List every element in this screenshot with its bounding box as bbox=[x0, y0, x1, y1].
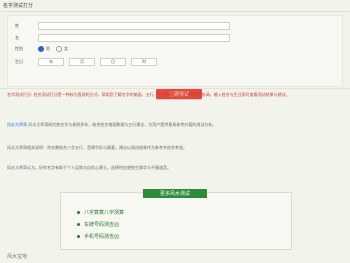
bullet-icon bbox=[77, 223, 80, 226]
birth-label: 生日 bbox=[15, 59, 23, 64]
more-tests-item-2[interactable]: 车牌号码测吉凶 bbox=[77, 221, 124, 228]
hour-select[interactable]: 时 bbox=[131, 58, 157, 66]
content-paragraph-4: 风水大师哥认为，好的名字有助于个人运势与自信心建立，选择时应避免生僻字与不雅谐音… bbox=[7, 165, 343, 171]
content-paragraph-1-text: 名字测试打分: 姓名测试打分是一种较为直观的方式，帮助您了解名字的笔画、五行、三… bbox=[7, 92, 290, 97]
name-input[interactable] bbox=[38, 34, 230, 42]
more-tests-list: 八字算算八字测算 车牌号码测吉凶 手机号码测吉凶 bbox=[77, 209, 124, 245]
more-tests-item-label: 车牌号码测吉凶 bbox=[84, 222, 120, 228]
surname-row: 姓 bbox=[15, 22, 230, 30]
gender-options: 男 女 bbox=[38, 46, 68, 52]
bullet-icon bbox=[77, 235, 80, 238]
name-label: 名 bbox=[15, 35, 19, 40]
gender-male-radio[interactable] bbox=[38, 46, 44, 52]
title-divider bbox=[0, 11, 350, 12]
gender-label: 性别 bbox=[15, 46, 23, 51]
gender-male-label: 男 bbox=[46, 46, 50, 51]
section-divider bbox=[0, 88, 350, 89]
more-tests-tab: 更多风水测试 bbox=[143, 189, 207, 198]
bullet-icon bbox=[77, 211, 80, 214]
gender-female-radio[interactable] bbox=[56, 46, 62, 52]
content-paragraph-2-highlight: 风水大师哥 bbox=[7, 122, 27, 127]
month-select[interactable]: 月 bbox=[69, 58, 95, 66]
name-row: 名 bbox=[15, 34, 230, 42]
day-select[interactable]: 日 bbox=[100, 58, 126, 66]
birth-row: 生日 年 月 日 时 bbox=[15, 58, 157, 66]
surname-input[interactable] bbox=[38, 22, 230, 30]
content-paragraph-1: 名字测试打分: 姓名测试打分是一种较为直观的方式，帮助您了解名字的笔画、五行、三… bbox=[7, 92, 343, 98]
content-paragraph-3-text: 风水大师哥相关说明：命名需结合八字五行、音律字形与寓意，建议以测试结果作为参考并… bbox=[7, 145, 187, 150]
name-test-form: 姓 名 性别 男 女 生日 年 月 日 时 立即测试 bbox=[7, 15, 343, 99]
content-paragraph-2: 风水大师哥 风水大师哥研究姓名学与易经多年，结合姓名笔画数理与五行理论，为用户提… bbox=[7, 122, 343, 128]
content-paragraph-2-text: 风水大师哥研究姓名学与易经多年，结合姓名笔画数理与五行理论，为用户提供更具参考价… bbox=[28, 122, 217, 127]
surname-label: 姓 bbox=[15, 23, 19, 28]
gender-row: 性别 男 女 bbox=[15, 46, 68, 52]
more-tests-item-label: 八字算算八字测算 bbox=[84, 210, 125, 216]
more-tests-panel: 更多风水测试 八字算算八字测算 车牌号码测吉凶 手机号码测吉凶 bbox=[60, 189, 292, 250]
gender-female-label: 女 bbox=[64, 46, 68, 51]
footer-label: 风水宝地 bbox=[7, 254, 28, 260]
more-tests-item-label: 手机号码测吉凶 bbox=[84, 234, 120, 240]
more-tests-item-1[interactable]: 八字算算八字测算 bbox=[77, 209, 124, 216]
year-select[interactable]: 年 bbox=[38, 58, 64, 66]
more-tests-item-3[interactable]: 手机号码测吉凶 bbox=[77, 233, 124, 240]
page-title: 名字测试打分 bbox=[3, 3, 34, 9]
content-paragraph-3: 风水大师哥相关说明：命名需结合八字五行、音律字形与寓意，建议以测试结果作为参考并… bbox=[7, 145, 343, 151]
content-paragraph-4-text: 风水大师哥认为，好的名字有助于个人运势与自信心建立，选择时应避免生僻字与不雅谐音… bbox=[7, 165, 171, 170]
